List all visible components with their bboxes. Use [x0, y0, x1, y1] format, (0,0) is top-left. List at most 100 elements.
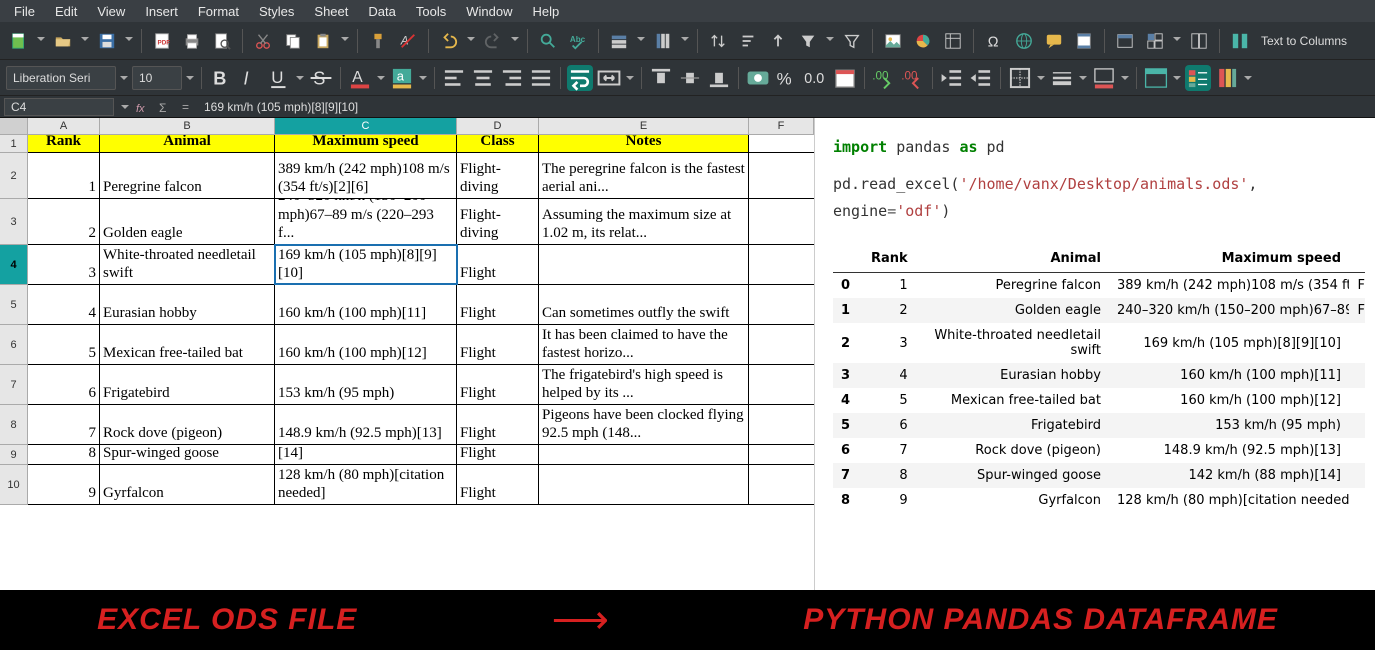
split-window-icon[interactable] [1186, 28, 1212, 54]
styles-dropdown[interactable] [1243, 74, 1253, 82]
cell-A5[interactable]: 4 [28, 285, 100, 324]
align-right-icon[interactable] [499, 65, 525, 91]
align-center-icon[interactable] [470, 65, 496, 91]
font-color-icon[interactable]: A [347, 65, 373, 91]
cell-E3[interactable]: Assuming the maximum size at 1.02 m, its… [539, 199, 749, 244]
freeze-dropdown[interactable] [1172, 28, 1182, 54]
currency-icon[interactable] [745, 65, 771, 91]
cell-D10[interactable]: Flight [457, 465, 539, 504]
spreadsheet[interactable]: ABCDEF 12345678910 RankAnimalMaximum spe… [0, 118, 815, 590]
header-cell[interactable]: Rank [28, 135, 100, 152]
freeze-cells-icon[interactable] [1142, 28, 1168, 54]
wrap-text-icon[interactable] [567, 65, 593, 91]
row-header-2[interactable]: 2 [0, 153, 28, 199]
clone-formatting-icon[interactable] [365, 28, 391, 54]
cell-A3[interactable]: 2 [28, 199, 100, 244]
menu-view[interactable]: View [87, 4, 135, 19]
row-header-7[interactable]: 7 [0, 365, 28, 405]
cell-B4[interactable]: White-throated needletail swift [100, 245, 275, 284]
autoformat-icon[interactable] [1143, 65, 1169, 91]
font-size-dropdown[interactable] [185, 74, 195, 82]
cell-C8[interactable]: 148.9 km/h (92.5 mph)[13] [275, 405, 457, 444]
select-all-corner[interactable] [0, 118, 28, 134]
cell-F9[interactable] [749, 445, 814, 464]
col-header-D[interactable]: D [457, 118, 539, 134]
cell-E4[interactable] [539, 245, 749, 284]
cell-B7[interactable]: Frigatebird [100, 365, 275, 404]
sum-icon[interactable]: Σ [154, 98, 176, 116]
row-header-1[interactable]: 1 [0, 135, 28, 153]
underline-icon[interactable]: U [266, 65, 292, 91]
increase-indent-icon[interactable] [939, 65, 965, 91]
col-header-E[interactable]: E [539, 118, 749, 134]
font-name-field[interactable]: Liberation Seri [6, 66, 116, 90]
spellcheck-icon[interactable]: Abc [565, 28, 591, 54]
save-icon[interactable] [94, 28, 120, 54]
merge-dropdown[interactable] [625, 74, 635, 82]
percent-icon[interactable]: % [774, 65, 800, 91]
print-icon[interactable] [179, 28, 205, 54]
header-cell[interactable]: Animal [100, 135, 275, 152]
formula-input[interactable]: 169 km/h (105 mph)[8][9][10] [198, 100, 358, 114]
hyperlink-icon[interactable] [1011, 28, 1037, 54]
cell-C10[interactable]: 128 km/h (80 mph)[citation needed] [275, 465, 457, 504]
cell-A10[interactable]: 9 [28, 465, 100, 504]
cell-B5[interactable]: Eurasian hobby [100, 285, 275, 324]
print-preview-icon[interactable] [209, 28, 235, 54]
cell-A4[interactable]: 3 [28, 245, 100, 284]
font-name-dropdown[interactable] [119, 74, 129, 82]
row-header-6[interactable]: 6 [0, 325, 28, 365]
column-icon[interactable] [650, 28, 676, 54]
remove-decimal-icon[interactable]: .00 [900, 65, 926, 91]
pdf-export-icon[interactable]: PDF [149, 28, 175, 54]
cell-E6[interactable]: It has been claimed to have the fastest … [539, 325, 749, 364]
cell-F2[interactable] [749, 153, 814, 198]
cell-F7[interactable] [749, 365, 814, 404]
highlight-dropdown[interactable] [418, 74, 428, 82]
italic-icon[interactable]: I [237, 65, 263, 91]
headers-footers-icon[interactable] [1071, 28, 1097, 54]
col-header-B[interactable]: B [100, 118, 275, 134]
merge-cells-icon[interactable] [596, 65, 622, 91]
col-header-F[interactable]: F [749, 118, 814, 134]
equals-icon[interactable]: = [176, 98, 198, 116]
cell-C2[interactable]: 389 km/h (242 mph)108 m/s (354 ft/s)[2][… [275, 153, 457, 198]
cell-C6[interactable]: 160 km/h (100 mph)[12] [275, 325, 457, 364]
name-box[interactable]: C4 [4, 98, 114, 116]
cell-A2[interactable]: 1 [28, 153, 100, 198]
copy-icon[interactable] [280, 28, 306, 54]
header-cell[interactable]: Maximum speed [275, 135, 457, 152]
menu-window[interactable]: Window [456, 4, 522, 19]
autofilter-icon[interactable] [795, 28, 821, 54]
cell-C7[interactable]: 153 km/h (95 mph) [275, 365, 457, 404]
clear-formatting-icon[interactable]: A [395, 28, 421, 54]
cell-F4[interactable] [749, 245, 814, 284]
cell-D6[interactable]: Flight [457, 325, 539, 364]
cell-B6[interactable]: Mexican free-tailed bat [100, 325, 275, 364]
font-color-dropdown[interactable] [376, 74, 386, 82]
border-style-dropdown[interactable] [1078, 74, 1088, 82]
menu-edit[interactable]: Edit [45, 4, 87, 19]
paste-dropdown[interactable] [340, 28, 350, 54]
save-dropdown[interactable] [124, 28, 134, 54]
borders-dropdown[interactable] [1036, 74, 1046, 82]
align-justify-icon[interactable] [528, 65, 554, 91]
menu-styles[interactable]: Styles [249, 4, 304, 19]
font-size-field[interactable]: 10 [132, 66, 182, 90]
border-color-dropdown[interactable] [1120, 74, 1130, 82]
menu-file[interactable]: File [4, 4, 45, 19]
special-char-icon[interactable]: Ω [981, 28, 1007, 54]
cell-E10[interactable] [539, 465, 749, 504]
pivot-table-icon[interactable] [940, 28, 966, 54]
cell-A8[interactable]: 7 [28, 405, 100, 444]
function-wizard-icon[interactable]: fx [132, 98, 154, 116]
col-header-C[interactable]: C [275, 118, 457, 134]
cell-D2[interactable]: Flight-diving [457, 153, 539, 198]
row-header-9[interactable]: 9 [0, 445, 28, 465]
comment-icon[interactable] [1041, 28, 1067, 54]
cell-C3[interactable]: 240–320 km/h (150–200 mph)67–89 m/s (220… [275, 199, 457, 244]
row-header-3[interactable]: 3 [0, 199, 28, 245]
sort-desc-icon[interactable] [735, 28, 761, 54]
find-replace-icon[interactable] [535, 28, 561, 54]
open-dropdown[interactable] [80, 28, 90, 54]
